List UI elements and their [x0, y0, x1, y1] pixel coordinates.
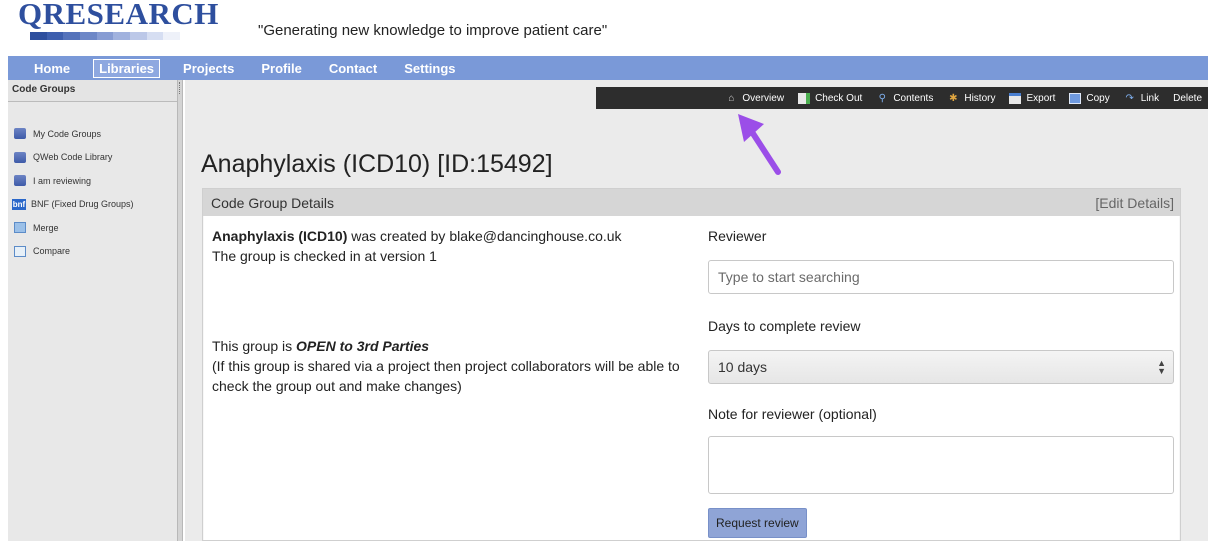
toolbar-label: History	[964, 92, 996, 104]
sidebar: Code Groups My Code Groups QWeb Code Lib…	[8, 80, 180, 541]
sidebar-splitter[interactable]	[177, 80, 183, 541]
panel-title: Code Group Details	[211, 194, 334, 211]
nav-contact[interactable]: Contact	[325, 59, 381, 78]
home-icon: ⌂	[728, 92, 735, 104]
toolbar-link[interactable]: ↷ Link	[1124, 92, 1160, 104]
created-line: Anaphylaxis (ICD10) was created by blake…	[212, 226, 702, 246]
open-status-line: This group is OPEN to 3rd Parties	[212, 336, 702, 356]
bnf-icon: bnf	[12, 198, 26, 210]
toolbar-check-out[interactable]: Check Out	[798, 92, 863, 104]
sidebar-item-label: QWeb Code Library	[33, 152, 113, 163]
group-name: Anaphylaxis (ICD10)	[212, 228, 348, 244]
sidebar-item-my-code-groups[interactable]: My Code Groups	[14, 122, 179, 146]
toolbar-export[interactable]: Export	[1009, 92, 1056, 104]
site-header: QRESEARCH "Generating new knowledge to i…	[8, 0, 1208, 55]
database-icon	[14, 128, 26, 140]
sidebar-item-merge[interactable]: Merge	[14, 216, 179, 240]
search-icon: ⚲	[878, 92, 886, 104]
tagline: "Generating new knowledge to improve pat…	[258, 22, 608, 39]
sidebar-item-i-am-reviewing[interactable]: I am reviewing	[14, 169, 179, 193]
reviewer-label: Reviewer	[708, 228, 767, 244]
sidebar-item-label: Merge	[33, 222, 59, 233]
merge-icon	[14, 222, 26, 234]
database-icon	[14, 151, 26, 163]
version-line: The group is checked in at version 1	[212, 248, 437, 264]
sidebar-item-compare[interactable]: Compare	[14, 240, 179, 264]
review-form: Reviewer Days to complete review 10 days…	[708, 226, 1174, 538]
sidebar-item-bnf[interactable]: bnf BNF (Fixed Drug Groups)	[12, 193, 179, 217]
sidebar-item-label: Compare	[33, 246, 71, 257]
sidebar-title: Code Groups	[8, 80, 179, 102]
qresearch-logo[interactable]: QRESEARCH	[18, 0, 219, 34]
main-nav: Home Libraries Projects Profile Contact …	[8, 56, 1208, 80]
open-status: OPEN to 3rd Parties	[296, 338, 430, 354]
toolbar: ⌂ Overview Check Out ⚲ Contents ✱ Histor…	[596, 87, 1208, 109]
toolbar-label: Link	[1140, 92, 1160, 104]
days-selected-value: 10 days	[718, 359, 768, 375]
nav-profile[interactable]: Profile	[257, 59, 305, 78]
toolbar-delete[interactable]: Delete	[1173, 93, 1202, 104]
created-by-text: was created by blake@dancinghouse.co.uk	[347, 228, 622, 244]
toolbar-label: Overview	[742, 92, 785, 104]
history-icon: ✱	[949, 92, 958, 104]
open-note: (If this group is shared via a project t…	[212, 358, 680, 394]
link-icon: ↷	[1125, 92, 1134, 104]
checkout-icon	[798, 92, 811, 104]
toolbar-label: Copy	[1086, 92, 1110, 104]
note-label: Note for reviewer (optional)	[708, 406, 877, 422]
days-label: Days to complete review	[708, 318, 861, 334]
toolbar-label: Check Out	[815, 92, 863, 104]
database-icon	[14, 175, 26, 187]
sidebar-item-qweb-code-library[interactable]: QWeb Code Library	[14, 146, 179, 170]
logo-bars	[30, 32, 181, 40]
toolbar-label: Export	[1026, 92, 1056, 104]
reviewer-search-input[interactable]	[708, 260, 1174, 294]
nav-home[interactable]: Home	[30, 59, 74, 78]
open-prefix: This group is	[212, 338, 297, 354]
nav-projects[interactable]: Projects	[179, 59, 238, 78]
toolbar-history[interactable]: ✱ History	[947, 93, 995, 104]
sidebar-list: My Code Groups QWeb Code Library I am re…	[8, 122, 179, 263]
toolbar-contents[interactable]: ⚲ Contents	[876, 92, 934, 104]
panel-header: Code Group Details [Edit Details]	[203, 189, 1180, 216]
grip-icon	[179, 82, 181, 94]
details-column: Anaphylaxis (ICD10) was created by blake…	[212, 226, 702, 394]
copy-icon	[1069, 92, 1082, 104]
days-select[interactable]: 10 days ▲ ▼	[708, 350, 1174, 384]
open-status-block: This group is OPEN to 3rd Parties (If th…	[212, 336, 702, 396]
compare-icon	[14, 245, 26, 257]
sidebar-item-label: My Code Groups	[33, 128, 102, 139]
main-content: ⌂ Overview Check Out ⚲ Contents ✱ Histor…	[185, 80, 1208, 541]
toolbar-label: Contents	[893, 92, 934, 104]
toolbar-label: Delete	[1173, 92, 1202, 104]
nav-settings[interactable]: Settings	[400, 59, 459, 78]
page: QRESEARCH "Generating new knowledge to i…	[0, 0, 1208, 541]
toolbar-copy[interactable]: Copy	[1069, 92, 1110, 104]
panel-body: Anaphylaxis (ICD10) was created by blake…	[204, 216, 1179, 540]
sidebar-item-label: I am reviewing	[33, 175, 92, 186]
note-textarea[interactable]	[708, 436, 1174, 494]
export-icon	[1009, 92, 1022, 104]
nav-libraries[interactable]: Libraries	[93, 58, 161, 78]
select-arrows-icon: ▲ ▼	[1157, 358, 1166, 376]
edit-details-link[interactable]: [Edit Details]	[1095, 195, 1174, 211]
request-review-button[interactable]: Request review	[708, 508, 807, 538]
code-group-details-panel: Code Group Details [Edit Details] Anaphy…	[202, 188, 1181, 541]
toolbar-overview[interactable]: ⌂ Overview	[725, 93, 784, 104]
page-title: Anaphylaxis (ICD10) [ID:15492]	[201, 150, 553, 178]
sidebar-item-label: BNF (Fixed Drug Groups)	[31, 199, 134, 210]
